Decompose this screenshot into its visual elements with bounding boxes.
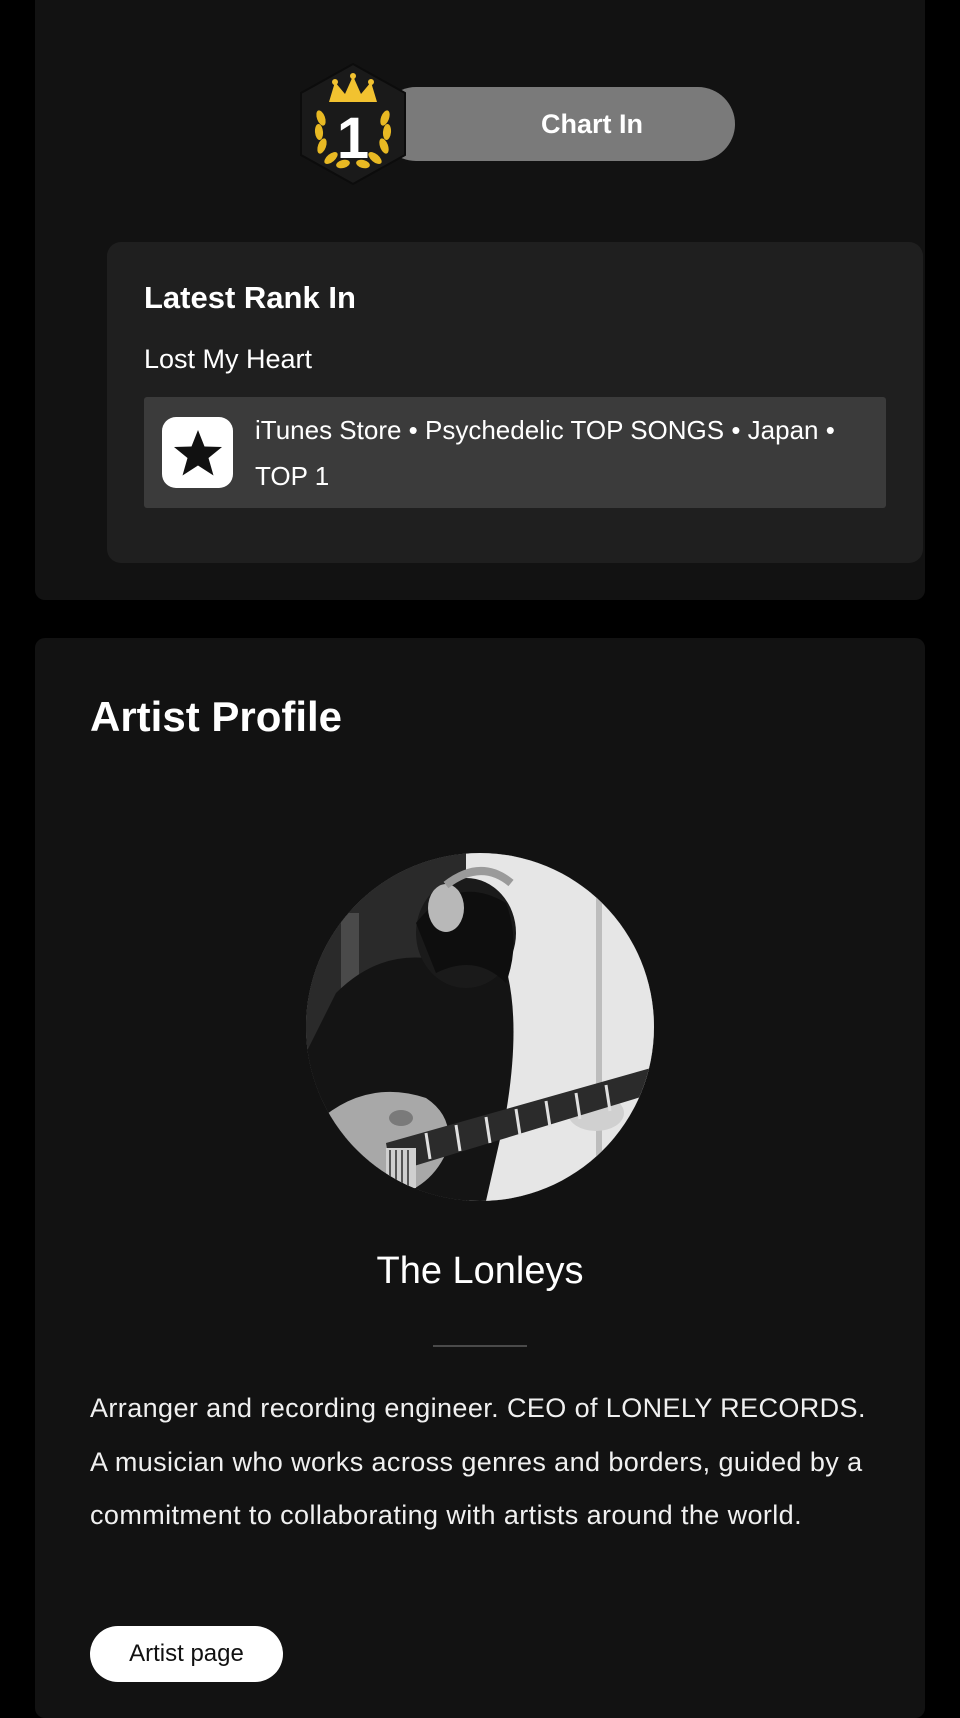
divider: [433, 1345, 527, 1347]
star-icon: [162, 417, 233, 488]
latest-rank-card: Latest Rank In Lost My Heart iTunes Stor…: [107, 242, 923, 563]
chart-in-badge-group: Chart In 1: [299, 62, 735, 186]
rank-laurel-crown-icon: 1: [300, 62, 406, 186]
rank-entry-text: iTunes Store • Psychedelic TOP SONGS • J…: [255, 415, 835, 491]
rank-number: 1: [337, 106, 369, 171]
latest-rank-heading: Latest Rank In: [144, 280, 356, 315]
chart-in-label: Chart In: [379, 87, 735, 161]
artist-avatar: [306, 853, 654, 1201]
chart-in-card: Chart In 1 Latest Rank In Lost My Heart …: [35, 0, 925, 600]
rank-entry[interactable]: iTunes Store • Psychedelic TOP SONGS • J…: [144, 397, 886, 508]
song-title: Lost My Heart: [144, 344, 313, 374]
artist-name: The Lonleys: [376, 1250, 584, 1292]
artist-bio: Arranger and recording engineer. CEO of …: [90, 1393, 866, 1530]
artist-profile-card: Artist Profile The Lonleys Arranger and …: [35, 638, 925, 1718]
artist-profile-heading: Artist Profile: [90, 693, 343, 740]
artist-page-button[interactable]: Artist page: [90, 1626, 283, 1682]
